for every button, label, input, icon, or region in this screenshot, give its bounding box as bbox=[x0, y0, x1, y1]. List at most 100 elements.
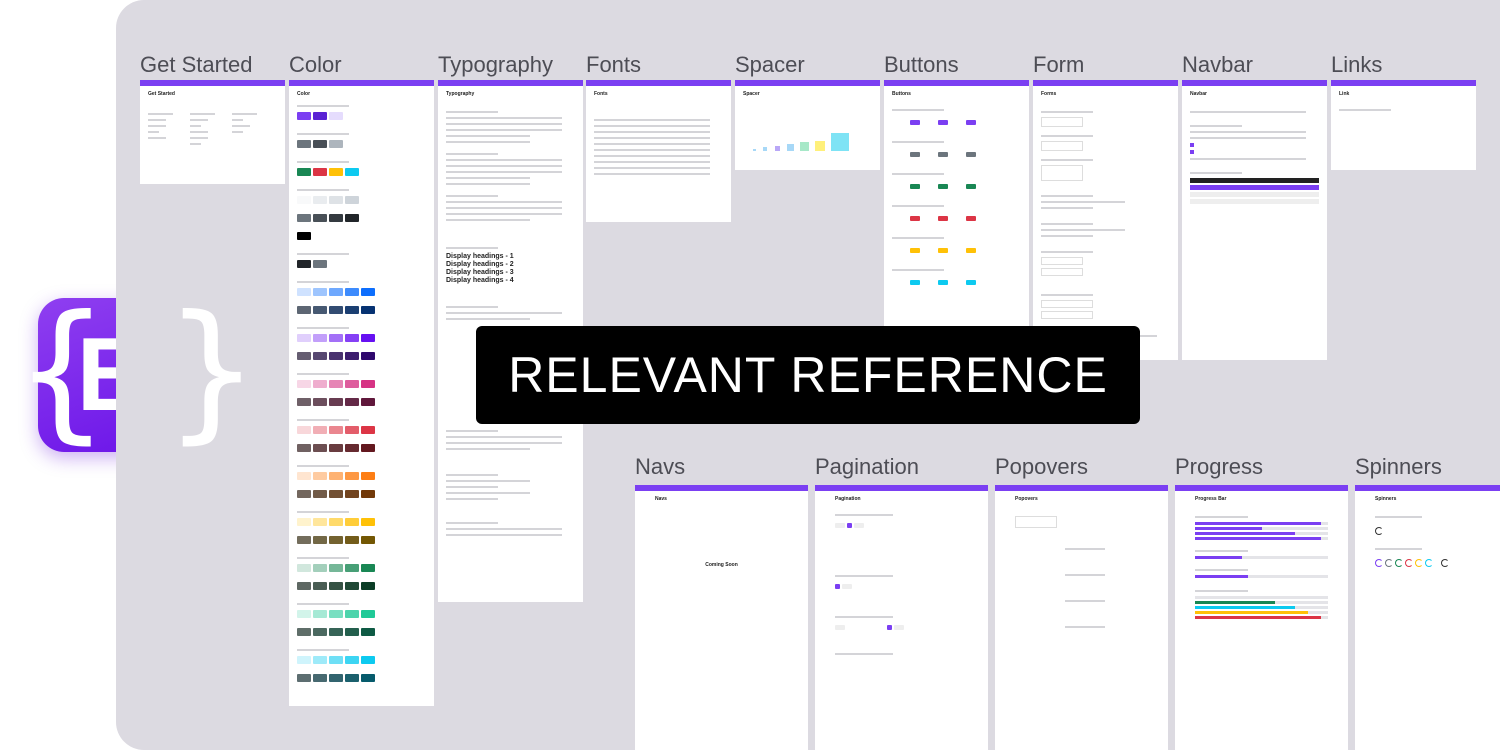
frame-heading: Buttons bbox=[892, 91, 911, 97]
button-sample bbox=[910, 248, 920, 253]
progress-bar bbox=[1195, 575, 1328, 578]
frame-title-popovers[interactable]: Popovers bbox=[995, 454, 1088, 480]
color-swatch bbox=[345, 674, 359, 682]
frame-title-pagination[interactable]: Pagination bbox=[815, 454, 919, 480]
color-swatch bbox=[313, 472, 327, 480]
color-swatch bbox=[361, 628, 375, 636]
color-swatch bbox=[329, 518, 343, 526]
color-swatch bbox=[297, 334, 311, 342]
progress-bar bbox=[1195, 606, 1328, 609]
frame-heading: Navbar bbox=[1190, 91, 1207, 97]
progress-bar bbox=[1195, 522, 1328, 525]
popover-samples bbox=[995, 502, 1168, 636]
frame-heading: Fonts bbox=[594, 91, 608, 97]
color-swatch bbox=[361, 352, 375, 360]
color-swatch bbox=[297, 582, 311, 590]
color-swatch bbox=[313, 518, 327, 526]
frame-fonts[interactable]: Fonts bbox=[586, 80, 731, 222]
frame-get-started[interactable]: Get Started bbox=[140, 80, 285, 184]
color-swatch bbox=[313, 140, 327, 148]
frame-title-links[interactable]: Links bbox=[1331, 52, 1382, 78]
color-swatch bbox=[313, 426, 327, 434]
progress-bar bbox=[1195, 611, 1328, 614]
frame-title-progress[interactable]: Progress bbox=[1175, 454, 1263, 480]
progress-bar bbox=[1195, 601, 1328, 604]
color-swatch bbox=[361, 656, 375, 664]
color-swatch bbox=[329, 536, 343, 544]
color-swatch bbox=[361, 288, 375, 296]
color-swatch bbox=[361, 564, 375, 572]
typography-samples: Display headings - 1 Display headings - … bbox=[438, 97, 583, 544]
color-swatch bbox=[329, 490, 343, 498]
color-swatch bbox=[329, 334, 343, 342]
frame-title-color[interactable]: Color bbox=[289, 52, 342, 78]
frame-progress[interactable]: Progress Bar bbox=[1175, 485, 1348, 750]
frame-title-form[interactable]: Form bbox=[1033, 52, 1084, 78]
frame-spacer[interactable]: Spacer bbox=[735, 80, 880, 170]
color-swatch bbox=[329, 140, 343, 148]
frame-heading: Link bbox=[1339, 91, 1350, 97]
left-brace-icon: { bbox=[14, 284, 110, 458]
pagination-samples bbox=[815, 502, 988, 663]
color-swatch bbox=[313, 610, 327, 618]
button-sample bbox=[938, 152, 948, 157]
frame-title-navbar[interactable]: Navbar bbox=[1182, 52, 1253, 78]
coming-soon-text: Coming Soon bbox=[705, 562, 738, 568]
color-swatch bbox=[297, 472, 311, 480]
button-sample bbox=[910, 120, 920, 125]
frame-title-get-started[interactable]: Get Started bbox=[140, 52, 253, 78]
frame-heading: Spacer bbox=[743, 91, 760, 97]
color-swatch bbox=[361, 444, 375, 452]
color-swatch bbox=[297, 656, 311, 664]
frame-spinners[interactable]: Spinners bbox=[1355, 485, 1500, 750]
color-swatch bbox=[345, 214, 359, 222]
color-swatch bbox=[297, 232, 311, 240]
color-swatch bbox=[313, 582, 327, 590]
color-swatch bbox=[297, 168, 311, 176]
get-started-columns bbox=[140, 105, 285, 153]
spacer-blocks bbox=[735, 97, 880, 165]
color-swatch bbox=[345, 398, 359, 406]
button-sample bbox=[938, 184, 948, 189]
color-swatch bbox=[313, 490, 327, 498]
frame-color[interactable]: Color bbox=[289, 80, 434, 706]
frame-title-spacer[interactable]: Spacer bbox=[735, 52, 805, 78]
color-swatch bbox=[345, 380, 359, 388]
frame-navs[interactable]: Navs Coming Soon bbox=[635, 485, 808, 750]
color-swatch bbox=[345, 582, 359, 590]
frame-heading: Popovers bbox=[1015, 496, 1038, 502]
color-swatch bbox=[313, 214, 327, 222]
color-swatch bbox=[361, 380, 375, 388]
frame-title-fonts[interactable]: Fonts bbox=[586, 52, 641, 78]
frame-title-typography[interactable]: Typography bbox=[438, 52, 553, 78]
progress-bar bbox=[1195, 527, 1328, 530]
frame-title-buttons[interactable]: Buttons bbox=[884, 52, 959, 78]
color-swatch bbox=[329, 472, 343, 480]
color-swatch bbox=[297, 306, 311, 314]
frame-title-spinners[interactable]: Spinners bbox=[1355, 454, 1442, 480]
frame-navbar[interactable]: Navbar bbox=[1182, 80, 1327, 360]
frame-title-navs[interactable]: Navs bbox=[635, 454, 685, 480]
color-swatch bbox=[297, 380, 311, 388]
color-swatch bbox=[345, 564, 359, 572]
frame-heading: Navs bbox=[655, 496, 667, 502]
color-swatch bbox=[297, 518, 311, 526]
display-heading-4: Display headings - 4 bbox=[446, 277, 514, 284]
color-swatch bbox=[329, 674, 343, 682]
progress-bar bbox=[1195, 596, 1328, 599]
frame-pagination[interactable]: Pagination bbox=[815, 485, 988, 750]
color-swatch bbox=[297, 352, 311, 360]
color-swatch bbox=[313, 674, 327, 682]
color-swatch bbox=[297, 288, 311, 296]
frame-form[interactable]: Forms bbox=[1033, 80, 1178, 360]
button-sample bbox=[938, 248, 948, 253]
color-swatch bbox=[313, 196, 327, 204]
progress-samples bbox=[1175, 502, 1348, 625]
color-swatch bbox=[297, 260, 311, 268]
button-sample bbox=[910, 216, 920, 221]
navbar-samples bbox=[1182, 97, 1327, 210]
links-samples bbox=[1331, 97, 1476, 119]
frame-links[interactable]: Link bbox=[1331, 80, 1476, 170]
frame-buttons[interactable]: Buttons bbox=[884, 80, 1029, 340]
frame-popovers[interactable]: Popovers bbox=[995, 485, 1168, 750]
